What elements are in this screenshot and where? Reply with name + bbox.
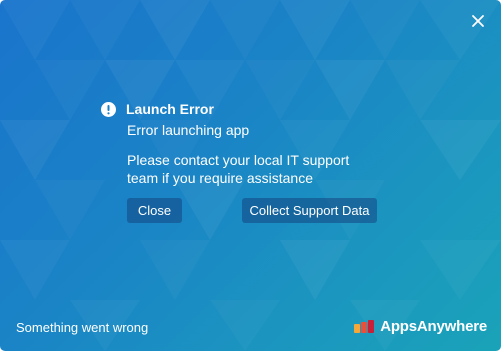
title-row: Launch Error (101, 99, 401, 119)
dialog-title: Launch Error (126, 101, 214, 117)
appsanywhere-logo-icon (354, 319, 375, 334)
brand: AppsAnywhere (354, 318, 487, 335)
dialog-message: Please contact your local IT support tea… (127, 152, 350, 186)
collect-support-data-button[interactable]: Collect Support Data (242, 198, 377, 223)
brand-name: AppsAnywhere (380, 318, 487, 335)
dialog-content: Launch Error Error launching app Please … (101, 99, 401, 187)
alert-icon (101, 101, 116, 117)
close-icon[interactable] (469, 12, 487, 30)
dialog-subtitle: Error launching app (127, 122, 250, 138)
close-button[interactable]: Close (127, 198, 182, 223)
status-text: Something went wrong (16, 320, 149, 335)
error-dialog: Launch Error Error launching app Please … (0, 0, 501, 351)
